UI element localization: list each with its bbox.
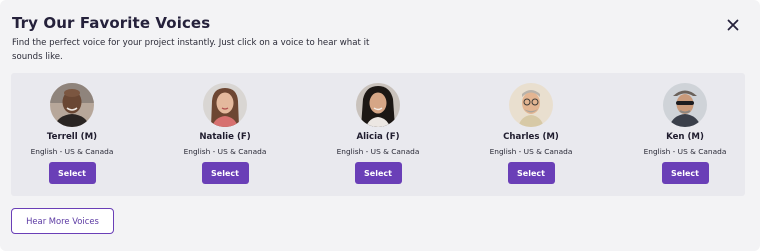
voice-language: English - US & Canada	[336, 147, 420, 156]
avatar[interactable]	[356, 83, 400, 127]
voice-name: Alicia (F)	[356, 132, 400, 142]
avatar[interactable]	[50, 83, 94, 127]
select-button[interactable]: Select	[507, 162, 555, 184]
modal-description: Find the perfect voice for your project …	[12, 38, 370, 62]
select-button[interactable]: Select	[48, 162, 96, 184]
select-button[interactable]: Select	[354, 162, 402, 184]
voice-name: Charles (M)	[503, 132, 559, 142]
voices-modal: Try Our Favorite Voices Find the perfect…	[0, 0, 760, 251]
voice-card-charles: Charles (M) English - US & Canada Select	[466, 83, 596, 184]
select-button[interactable]: Select	[201, 162, 249, 184]
close-icon[interactable]	[724, 16, 742, 34]
hear-more-voices-button[interactable]: Hear More Voices	[11, 208, 114, 234]
select-button[interactable]: Select	[661, 162, 709, 184]
voice-language: English - US & Canada	[489, 147, 573, 156]
avatar[interactable]	[509, 83, 553, 127]
voice-language: English - US & Canada	[30, 147, 114, 156]
voice-language: English - US & Canada	[183, 147, 267, 156]
voice-card-ken: Ken (M) English - US & Canada Select	[620, 83, 750, 184]
modal-title: Try Our Favorite Voices	[12, 14, 211, 32]
voice-name: Natalie (F)	[199, 132, 251, 142]
voice-name: Terrell (M)	[46, 132, 98, 142]
voice-card-alicia: Alicia (F) English - US & Canada Select	[313, 83, 443, 184]
avatar[interactable]	[203, 83, 247, 127]
voice-card-terrell: Terrell (M) English - US & Canada Select	[7, 83, 137, 184]
avatar[interactable]	[663, 83, 707, 127]
voice-language: English - US & Canada	[643, 147, 727, 156]
voice-card-natalie: Natalie (F) English - US & Canada Select	[160, 83, 290, 184]
voice-name: Ken (M)	[666, 132, 704, 142]
